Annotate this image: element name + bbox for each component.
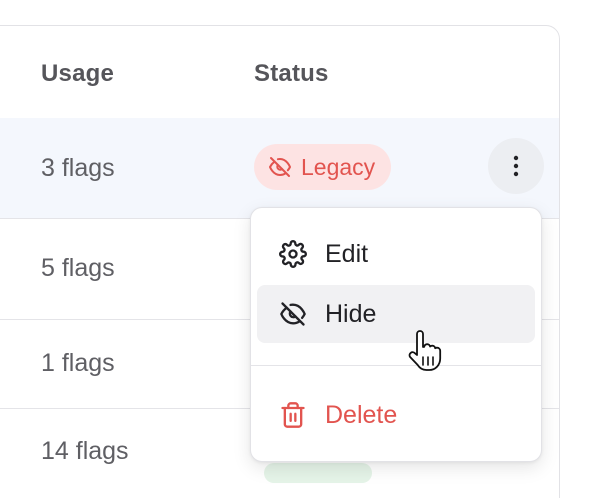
status-badge-label: Legacy — [301, 153, 376, 180]
usage-cell: 14 flags — [41, 437, 129, 465]
eye-off-icon — [269, 157, 291, 177]
usage-cell: 5 flags — [41, 254, 115, 282]
column-header-status[interactable]: Status — [254, 60, 329, 88]
menu-divider — [251, 365, 541, 366]
hand-pointer-icon — [408, 330, 442, 371]
menu-item-label: Hide — [325, 299, 377, 328]
menu-item-label: Delete — [325, 400, 398, 429]
gear-icon — [279, 240, 307, 268]
more-actions-button[interactable] — [488, 138, 544, 194]
menu-item-delete[interactable]: Delete — [257, 386, 535, 444]
usage-cell: 1 flags — [41, 349, 115, 377]
usage-cell: 3 flags — [41, 154, 115, 182]
stage: Usage Status 3 flags Legacy 5 flags 1 fl… — [0, 0, 590, 498]
column-header-usage[interactable]: Usage — [41, 60, 114, 88]
trash-icon — [281, 402, 305, 428]
table-header: Usage Status — [0, 26, 559, 119]
menu-item-hide[interactable]: Hide — [257, 285, 535, 343]
more-vertical-icon — [513, 155, 519, 177]
menu-item-edit[interactable]: Edit — [257, 225, 535, 283]
menu-item-label: Edit — [325, 239, 369, 268]
eye-off-icon — [280, 302, 306, 326]
row-actions-menu: Edit Hide Delete — [250, 207, 542, 462]
table-row[interactable]: 3 flags Legacy — [0, 118, 559, 219]
status-badge: Legacy — [254, 144, 392, 190]
status-badge — [264, 463, 372, 483]
